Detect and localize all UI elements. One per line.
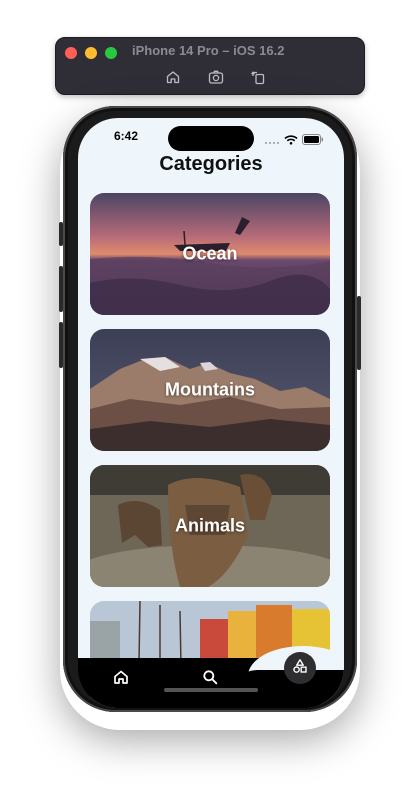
- home-icon: [113, 669, 129, 689]
- status-icons: [264, 130, 324, 149]
- signal-icon: [264, 130, 280, 149]
- power-button: [357, 296, 361, 370]
- minimize-window-button[interactable]: [85, 47, 97, 59]
- category-label: Animals: [174, 515, 246, 536]
- home-indicator[interactable]: [164, 688, 258, 692]
- shapes-icon: [292, 658, 308, 678]
- close-window-button[interactable]: [65, 47, 77, 59]
- category-label: Mountains: [165, 379, 255, 400]
- zoom-window-button[interactable]: [105, 47, 117, 59]
- volume-up-button: [59, 266, 63, 312]
- category-card-mountains[interactable]: Mountains: [90, 329, 330, 451]
- app-content: 6:42 Categories Ocean Mountains Animals: [78, 118, 344, 708]
- category-label: Ocean: [182, 243, 238, 264]
- phone-screen: 6:42 Categories Ocean Mountains Animals: [78, 118, 344, 708]
- rotate-icon[interactable]: [249, 68, 267, 86]
- simulator-title: iPhone 14 Pro – iOS 16.2: [132, 43, 285, 58]
- page-title: Categories: [159, 153, 263, 175]
- battery-icon: [302, 130, 324, 149]
- nav-item-categories[interactable]: [284, 652, 316, 684]
- volume-down-button: [59, 322, 63, 368]
- search-icon: [202, 669, 218, 689]
- category-card-ocean[interactable]: Ocean: [90, 193, 330, 315]
- wifi-icon: [284, 130, 298, 149]
- mute-switch: [59, 222, 63, 246]
- nav-item-home[interactable]: [106, 666, 136, 692]
- simulator-toolbar: iPhone 14 Pro – iOS 16.2: [55, 37, 365, 95]
- status-time: 6:42: [114, 129, 139, 143]
- screenshot-icon[interactable]: [207, 68, 225, 86]
- home-icon[interactable]: [164, 68, 182, 86]
- category-card-animals[interactable]: Animals: [90, 465, 330, 587]
- dynamic-island: [168, 126, 254, 151]
- bottom-nav: [78, 646, 344, 708]
